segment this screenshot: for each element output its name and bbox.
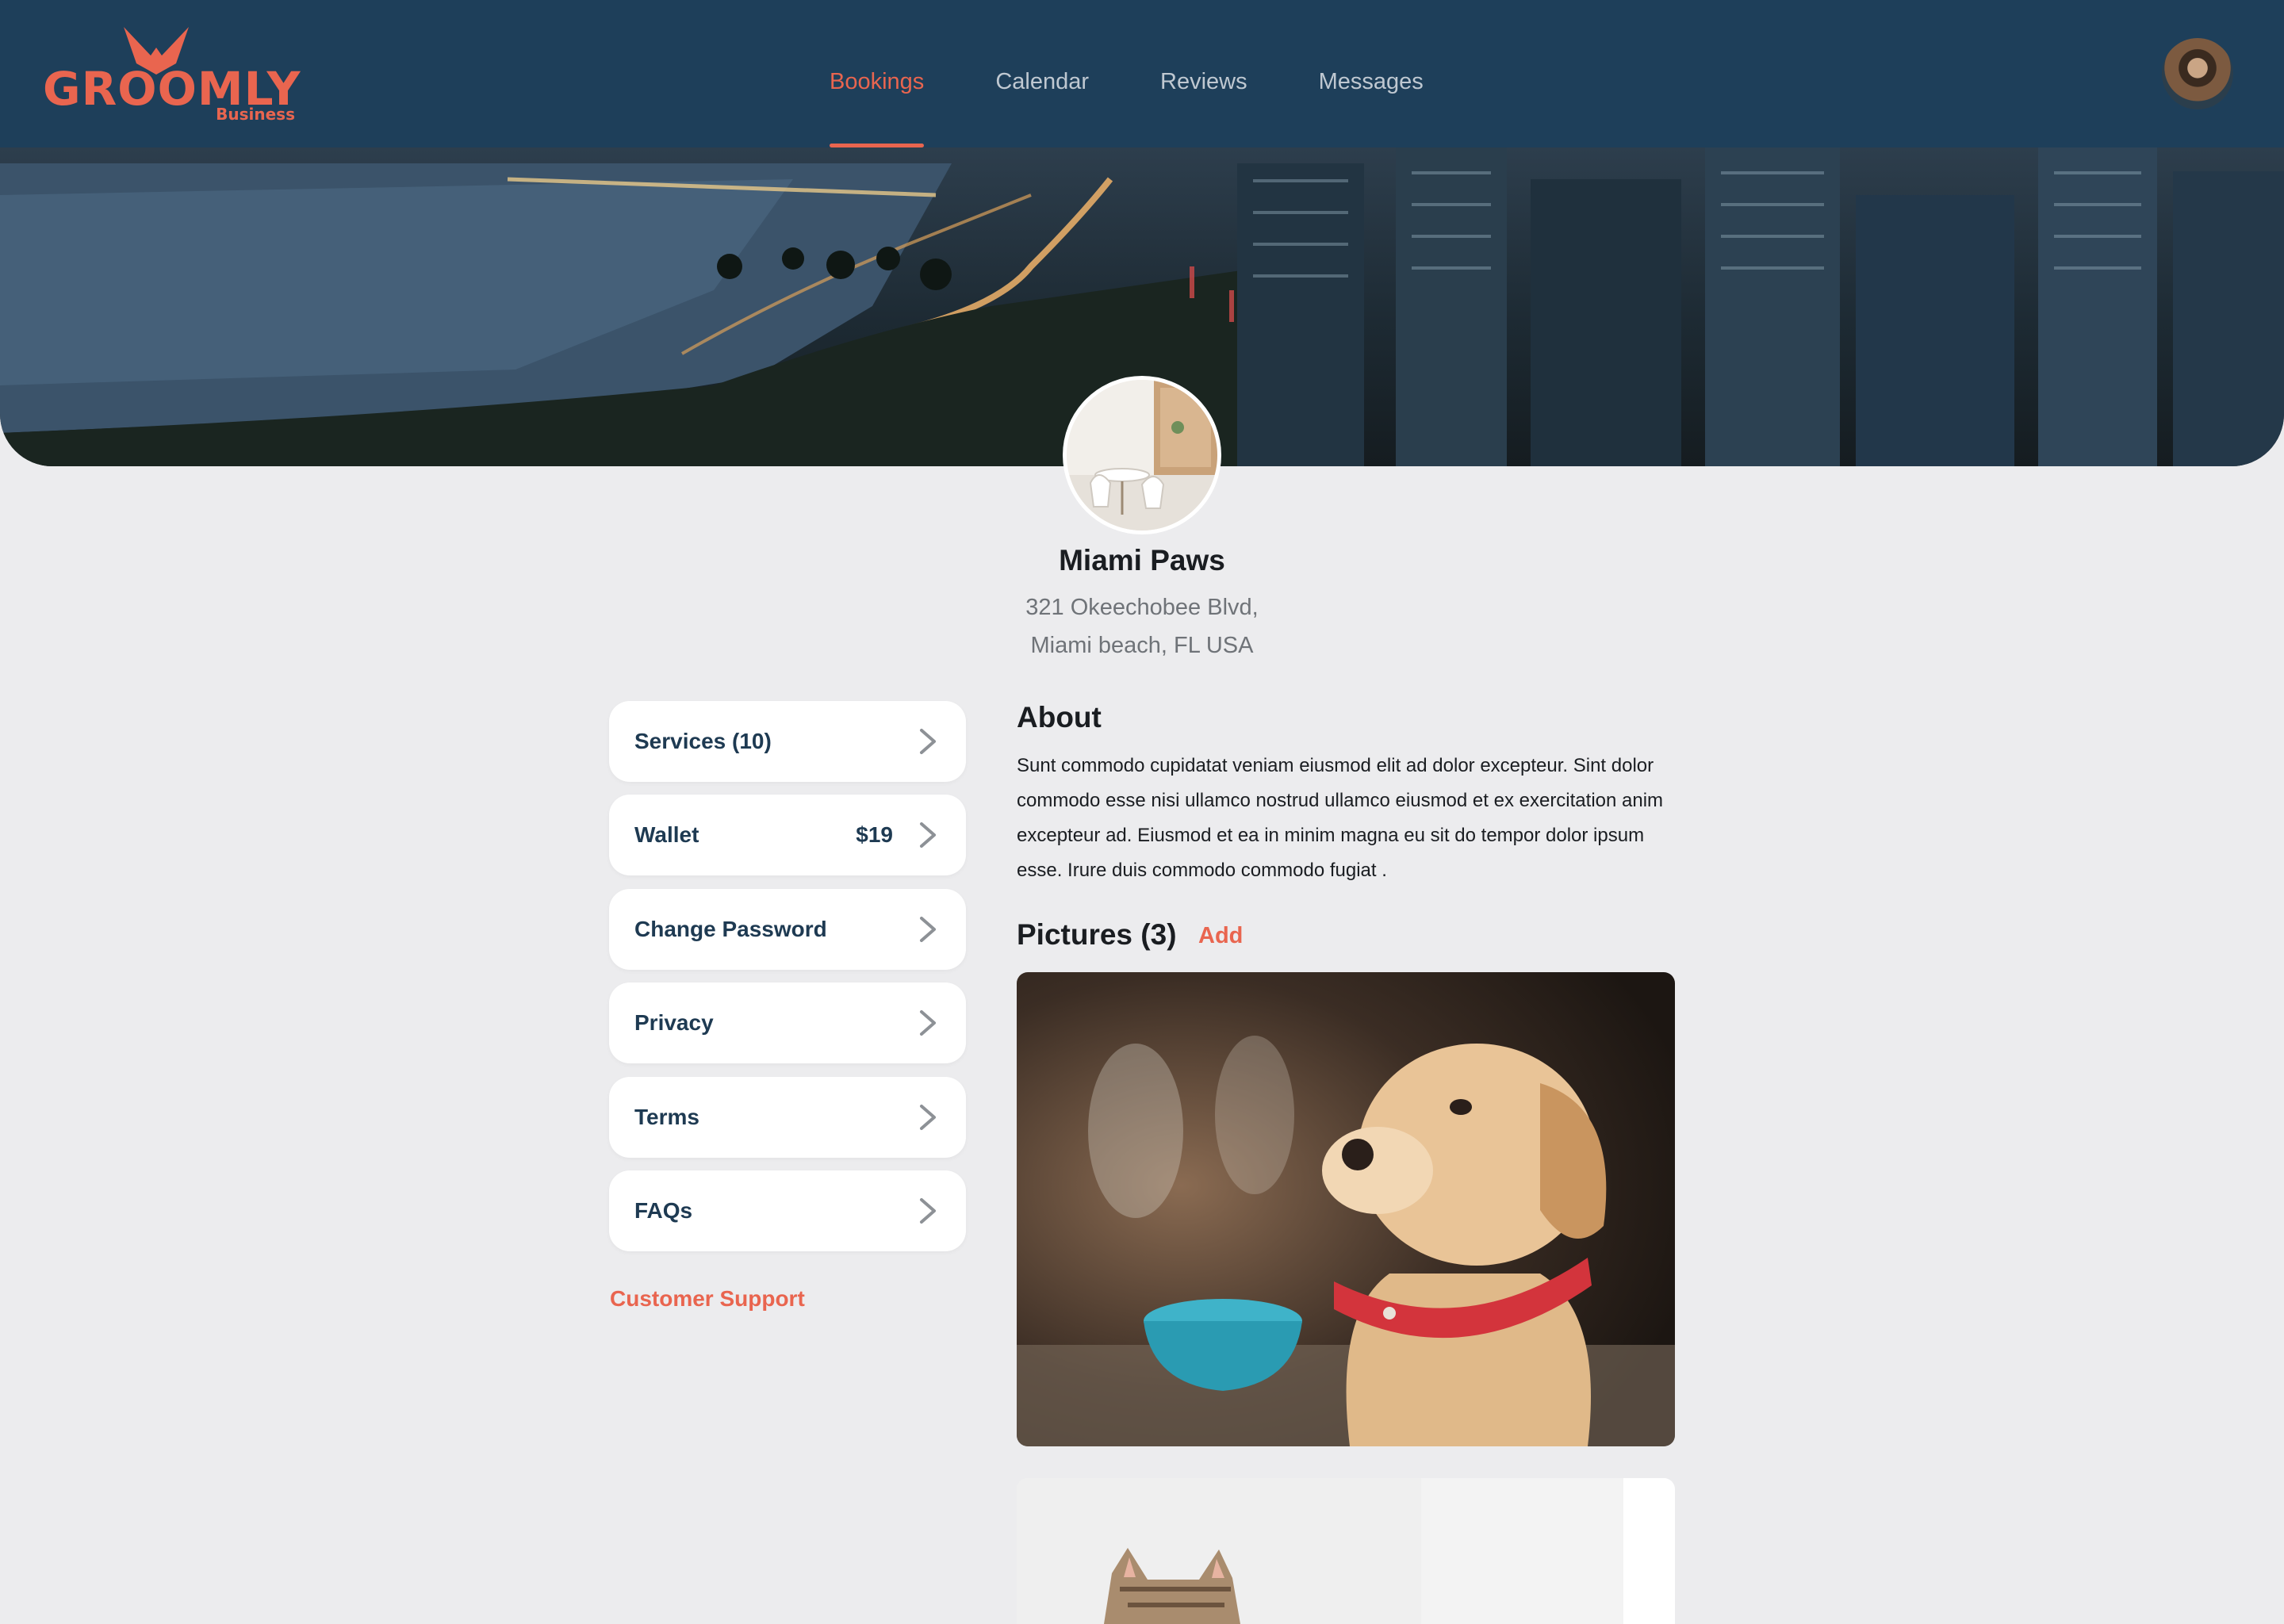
puppy-image (1017, 972, 1675, 1446)
logo-subtitle: Business (216, 105, 295, 124)
pictures-heading: Pictures (3) (1017, 918, 1177, 951)
business-address-line2: Miami beach, FL USA (1030, 633, 1254, 658)
wallet-balance: $19 (856, 822, 893, 848)
menu-item-privacy[interactable]: Privacy (609, 982, 966, 1064)
main-nav: Bookings Calendar Reviews Messages (830, 0, 1495, 147)
salon-interior-image (1067, 380, 1217, 530)
gallery-photo-cat[interactable] (1017, 1478, 1675, 1624)
business-profile-page: GROOMLY Business Bookings Calendar Revie… (0, 0, 2284, 1624)
menu-item-faqs[interactable]: FAQs (609, 1170, 966, 1251)
menu-item-label: Privacy (634, 1010, 714, 1036)
nav-messages[interactable]: Messages (1319, 0, 1424, 147)
chevron-right-icon (920, 916, 936, 942)
chevron-right-icon (920, 1197, 936, 1224)
customer-support-link[interactable]: Customer Support (610, 1286, 805, 1312)
menu-item-terms[interactable]: Terms (609, 1076, 966, 1158)
menu-item-change-password[interactable]: Change Password (609, 888, 966, 970)
gallery-photo-puppy[interactable] (1017, 972, 1675, 1446)
add-picture-link[interactable]: Add (1198, 923, 1243, 949)
about-text: Sunt commodo cupidatat veniam eiusmod el… (1017, 755, 1664, 881)
nav-bookings[interactable]: Bookings (830, 0, 925, 147)
nav-calendar[interactable]: Calendar (995, 0, 1089, 147)
menu-item-label: Change Password (634, 916, 827, 941)
chevron-right-icon (920, 822, 936, 848)
groomly-logo[interactable]: GROOMLY Business (43, 22, 305, 127)
nav-reviews[interactable]: Reviews (1160, 0, 1247, 147)
user-avatar[interactable] (2162, 38, 2233, 109)
business-address-line1: 321 Okeechobee Blvd, (1025, 595, 1259, 620)
chevron-right-icon (920, 1010, 936, 1036)
business-name: Miami Paws (1059, 544, 1225, 576)
about-heading: About (1017, 701, 1102, 733)
menu-item-label: Services (10) (634, 729, 772, 753)
business-photo (1063, 376, 1221, 534)
menu-item-label: Wallet (634, 822, 699, 848)
menu-item-services[interactable]: Services (10) (609, 701, 966, 782)
settings-menu: Services (10) Wallet $19 Change Password… (609, 701, 966, 1264)
top-navigation-bar: GROOMLY Business Bookings Calendar Revie… (0, 0, 2284, 147)
menu-item-label: Terms (634, 1104, 699, 1129)
chevron-right-icon (920, 1104, 936, 1130)
cat-image (1017, 1478, 1675, 1624)
menu-item-label: FAQs (634, 1197, 693, 1223)
chevron-right-icon (920, 729, 936, 754)
menu-item-wallet[interactable]: Wallet $19 (609, 795, 966, 876)
